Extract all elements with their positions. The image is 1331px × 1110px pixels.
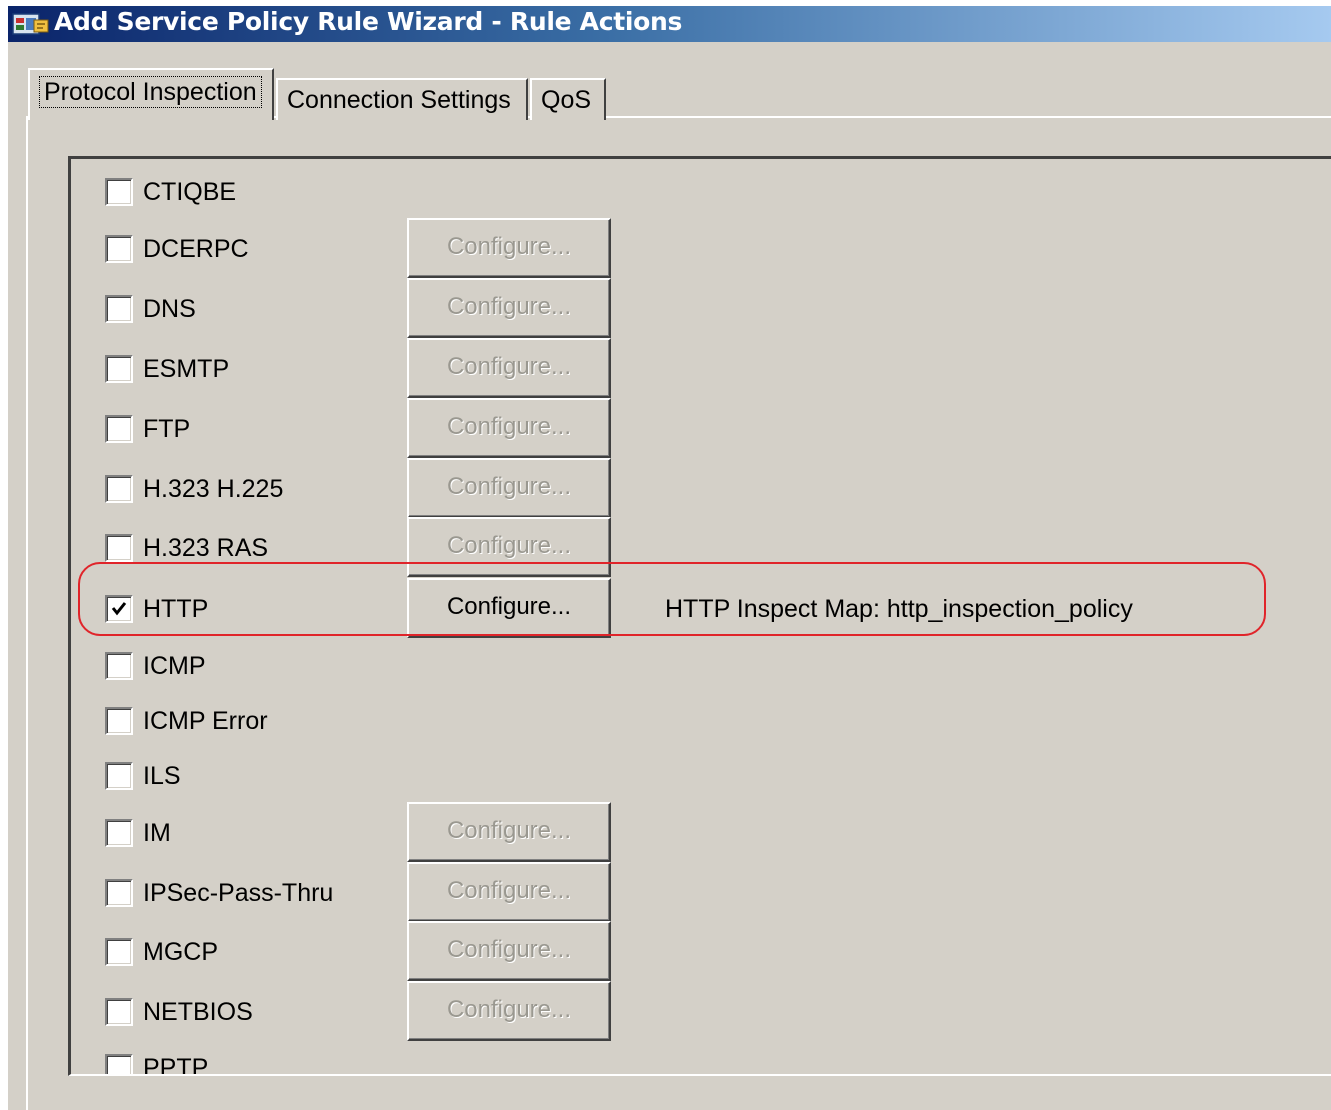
checkbox-ils[interactable]: [105, 762, 133, 790]
protocol-label: CTIQBE: [143, 178, 237, 206]
configure-button-netbios[interactable]: Configure...: [407, 981, 611, 1041]
protocol-row-icmp: ICMP: [71, 647, 1331, 687]
protocol-row-dns: DNS Configure...: [71, 278, 1331, 338]
tab-label: Protocol Inspection: [39, 76, 262, 108]
protocol-row-ftp: FTP Configure...: [71, 398, 1331, 458]
protocol-list-frame: CTIQBE DCERPC Configure... DNS Configure... E…: [68, 156, 1331, 1076]
protocol-row-http: HTTP Configure... HTTP Inspect Map: http_i…: [71, 578, 1331, 638]
protocol-label: H.323 H.225: [143, 475, 284, 503]
inspect-map-text: HTTP Inspect Map: http_inspection_policy: [665, 595, 1133, 623]
configure-button-http[interactable]: Configure...: [407, 578, 611, 638]
configure-button-mgcp[interactable]: Configure...: [407, 921, 611, 981]
protocol-label: NETBIOS: [143, 998, 253, 1026]
check-icon: [111, 602, 127, 616]
checkbox-http[interactable]: [105, 595, 133, 623]
protocol-row-pptp: PPTP: [71, 1049, 1331, 1076]
configure-button-ftp[interactable]: Configure...: [407, 398, 611, 458]
protocol-row-h-323-h-225: H.323 H.225 Configure...: [71, 458, 1331, 518]
protocol-label: PPTP: [143, 1054, 209, 1076]
checkbox-mgcp[interactable]: [105, 938, 133, 966]
checkbox-pptp[interactable]: [105, 1054, 133, 1074]
configure-button-h-323-h-225[interactable]: Configure...: [407, 458, 611, 518]
protocol-label: IPSec-Pass-Thru: [143, 879, 334, 907]
configure-button-dns[interactable]: Configure...: [407, 278, 611, 338]
protocol-row-mgcp: MGCP Configure...: [71, 921, 1331, 981]
protocol-row-esmtp: ESMTP Configure...: [71, 338, 1331, 398]
app-icon: [12, 10, 50, 38]
protocol-label: DNS: [143, 295, 196, 323]
configure-button-h-323-ras[interactable]: Configure...: [407, 517, 611, 577]
title-bar[interactable]: Add Service Policy Rule Wizard - Rule Ac…: [8, 6, 1331, 42]
protocol-row-ipsec-pass-thru: IPSec-Pass-Thru Configure...: [71, 862, 1331, 922]
configure-button-im[interactable]: Configure...: [407, 802, 611, 862]
protocol-row-netbios: NETBIOS Configure...: [71, 981, 1331, 1041]
tab-label: QoS: [541, 86, 592, 114]
configure-button-dcerpc[interactable]: Configure...: [407, 218, 611, 278]
protocol-label: ICMP: [143, 652, 206, 680]
protocol-label: DCERPC: [143, 235, 249, 263]
protocol-label: ILS: [143, 762, 181, 790]
dialog-window: Add Service Policy Rule Wizard - Rule Ac…: [6, 6, 1331, 1110]
tab-protocol-inspection[interactable]: Protocol Inspection: [28, 68, 274, 120]
tab-connection-settings[interactable]: Connection Settings: [276, 78, 528, 120]
checkbox-ipsec-pass-thru[interactable]: [105, 879, 133, 907]
configure-button-esmtp[interactable]: Configure...: [407, 338, 611, 398]
tab-qos[interactable]: QoS: [530, 78, 606, 120]
checkbox-ftp[interactable]: [105, 415, 133, 443]
protocol-label: H.323 RAS: [143, 534, 269, 562]
window-title: Add Service Policy Rule Wizard - Rule Ac…: [54, 7, 683, 36]
protocol-label: ICMP Error: [143, 707, 268, 735]
protocol-label: HTTP: [143, 595, 209, 623]
configure-button-ipsec-pass-thru[interactable]: Configure...: [407, 862, 611, 922]
protocol-label: MGCP: [143, 938, 218, 966]
protocol-row-h-323-ras: H.323 RAS Configure...: [71, 517, 1331, 577]
checkbox-dns[interactable]: [105, 295, 133, 323]
tab-label: Connection Settings: [287, 86, 511, 114]
checkbox-esmtp[interactable]: [105, 355, 133, 383]
protocol-row-dcerpc: DCERPC Configure...: [71, 218, 1331, 278]
checkbox-dcerpc[interactable]: [105, 235, 133, 263]
protocol-row-ils: ILS: [71, 757, 1331, 797]
checkbox-icmp-error[interactable]: [105, 707, 133, 735]
protocol-row-icmp-error: ICMP Error: [71, 702, 1331, 742]
checkbox-im[interactable]: [105, 819, 133, 847]
protocol-label: ESMTP: [143, 355, 230, 383]
checkbox-icmp[interactable]: [105, 652, 133, 680]
protocol-label: IM: [143, 819, 171, 847]
protocol-label: FTP: [143, 415, 191, 443]
checkbox-ctiqbe[interactable]: [105, 178, 133, 206]
protocol-row-ctiqbe: CTIQBE: [71, 173, 1331, 213]
checkbox-netbios[interactable]: [105, 998, 133, 1026]
protocol-row-im: IM Configure...: [71, 802, 1331, 862]
checkbox-h-323-ras[interactable]: [105, 534, 133, 562]
checkbox-h-323-h-225[interactable]: [105, 475, 133, 503]
